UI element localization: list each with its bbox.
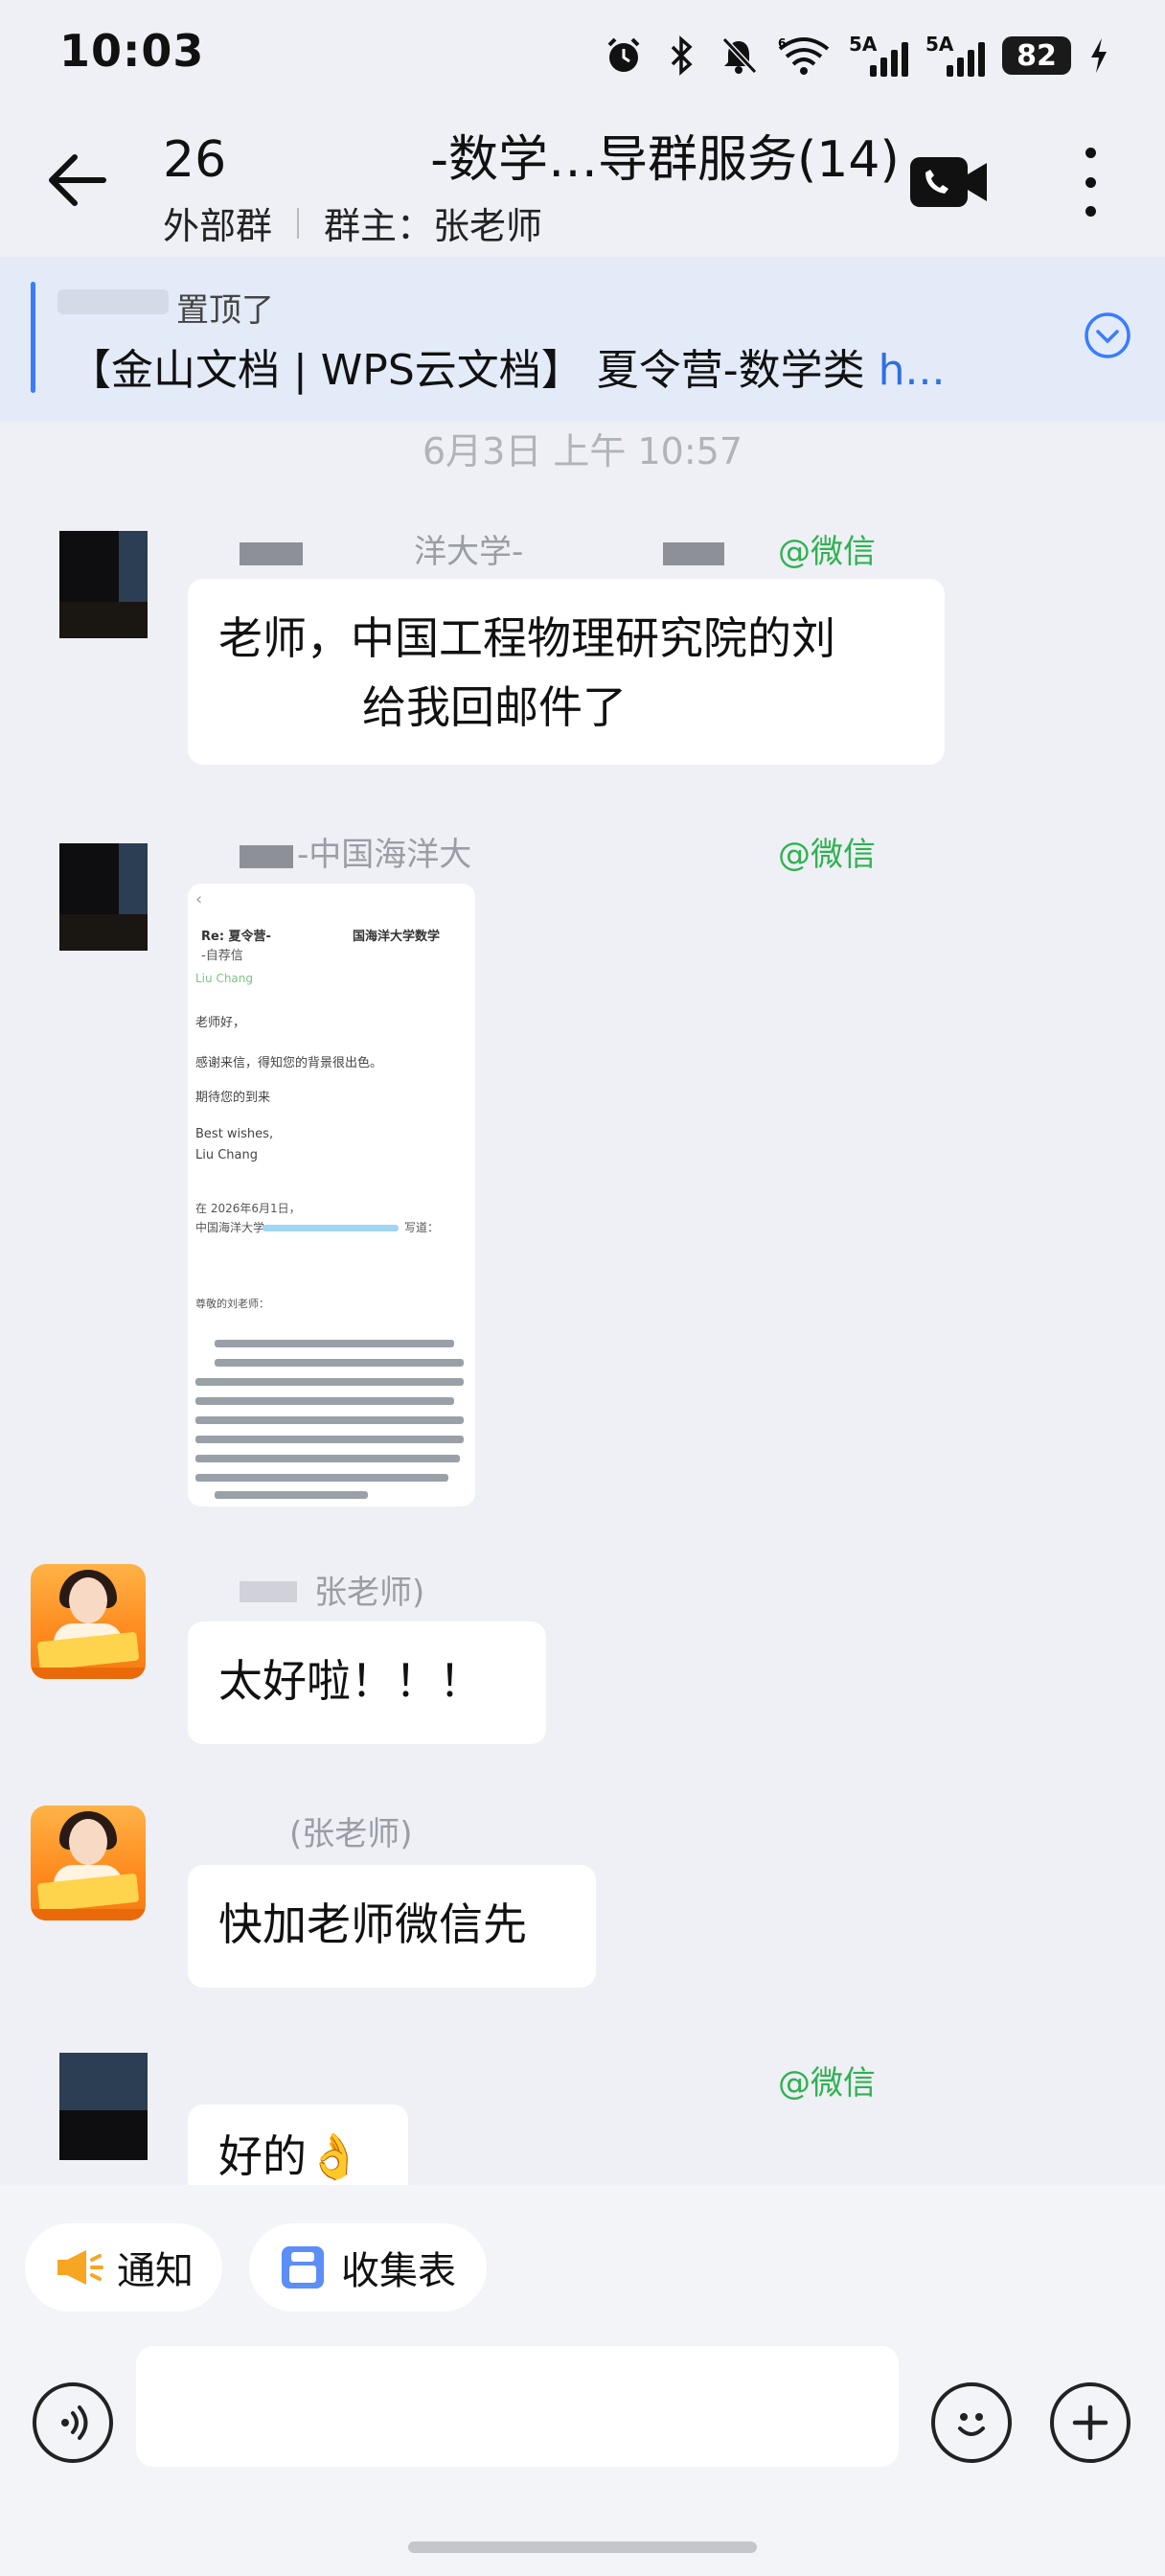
email-sign: Best wishes, (195, 1127, 274, 1141)
redacted-name (57, 289, 169, 314)
wechat-tag: @微信 (778, 533, 876, 571)
plus-icon (1072, 2404, 1108, 2441)
sender-name: -中国海洋大 (297, 836, 472, 874)
group-owner: 群主：张老师 (324, 205, 543, 247)
message-bubble[interactable]: 老师，中国工程物理研究院的刘 给我回邮件了 (188, 579, 945, 765)
email-subject: -自荐信 (201, 949, 243, 963)
avatar[interactable] (59, 2053, 148, 2160)
megaphone-icon (57, 2250, 103, 2285)
chat-header: 26 -数学…导群服务(14) 外部群 群主：张老师 (0, 113, 1165, 257)
voice-icon (61, 2405, 88, 2440)
message-text: 给我回邮件了 (362, 681, 627, 733)
svg-text:6: 6 (778, 36, 786, 50)
chat-title-area[interactable]: 26 -数学…导群服务(14) 外部群 群主：张老师 (163, 119, 900, 249)
collect-form-button[interactable]: 收集表 (249, 2223, 487, 2312)
notify-button[interactable]: 通知 (25, 2223, 222, 2312)
bluetooth-icon (661, 35, 701, 76)
email-body: 感谢来信，得知您的背景很出色。 (195, 1056, 383, 1070)
video-call-icon (910, 157, 987, 207)
group-title: 26 -数学…导群服务(14) (163, 119, 900, 191)
back-arrow-icon (49, 154, 106, 206)
email-quote-org: 中国海洋大学 (195, 1221, 265, 1234)
email-greeting: 老师好， (195, 1016, 246, 1030)
email-quote-head: 在 2026年6月1日， (195, 1202, 301, 1215)
avatar[interactable] (59, 531, 148, 638)
message-text: 老师，中国工程物理研究院的刘 (218, 612, 835, 664)
status-bar: 10:03 6 5A 5A 82 (0, 0, 1165, 113)
charging-icon (1088, 35, 1109, 76)
sender-name: 张老师) (314, 1574, 425, 1612)
group-title-suffix: -数学…导群服务(14) (430, 131, 900, 189)
redacted-name (240, 1581, 297, 1602)
message-bubble[interactable]: 快加老师微信先 (188, 1865, 596, 1988)
message-input[interactable] (136, 2346, 899, 2467)
mute-icon (719, 35, 759, 76)
chevron-left-icon: ‹ (195, 889, 203, 909)
email-quote-greeting: 尊敬的刘老师： (195, 1298, 269, 1310)
wechat-tag: @微信 (778, 836, 876, 874)
alarm-icon (604, 35, 644, 76)
email-quote-tail: 写道： (404, 1221, 440, 1234)
redacted-name (240, 542, 303, 565)
avatar[interactable] (31, 1564, 146, 1679)
message-bubble[interactable]: 好的👌 (188, 2104, 408, 2185)
ok-hand-emoji: 👌 (307, 2130, 362, 2182)
wifi-6-icon: 6 (776, 35, 832, 76)
status-time: 10:03 (59, 25, 205, 77)
email-subject: 国海洋大学数学 (353, 930, 441, 944)
pinned-message-banner[interactable]: 置顶了 【金山文档 | WPS云文档】 夏令营-数学类 h... (0, 257, 1165, 422)
redacted-name (240, 845, 293, 868)
quick-toolbar: 通知 收集表 (0, 2185, 1165, 2338)
message-input-bar (0, 2338, 1165, 2576)
wechat-tag: @微信 (778, 2064, 876, 2103)
divider (297, 207, 300, 239)
notify-label: 通知 (117, 2249, 194, 2293)
message-text: 快加老师微信先 (218, 1898, 527, 1950)
chevron-down-circle-icon[interactable] (1083, 310, 1132, 364)
email-from: Liu Chang (195, 972, 253, 985)
form-label: 收集表 (341, 2249, 456, 2293)
message-text: 好的 (218, 2130, 307, 2182)
plus-button[interactable] (1050, 2382, 1131, 2463)
emoji-button[interactable] (931, 2382, 1012, 2463)
avatar[interactable] (31, 1806, 146, 1920)
battery-icon: 82 (1002, 36, 1071, 75)
pinned-indicator (31, 282, 35, 393)
home-indicator[interactable] (408, 2542, 757, 2553)
signal-icon: 5A (925, 33, 985, 77)
message-timestamp: 6月3日 上午 10:57 (422, 430, 743, 472)
clipboard-icon (282, 2246, 324, 2288)
redacted-name (663, 542, 724, 565)
group-type: 外部群 (163, 205, 273, 247)
voice-button[interactable] (33, 2382, 113, 2463)
pinned-text: 【金山文档 | WPS云文档】 夏令营-数学类 (69, 346, 879, 395)
email-sign: Liu Chang (195, 1148, 258, 1162)
status-icons: 6 5A 5A 82 (604, 29, 1109, 82)
group-title-prefix: 26 (163, 131, 227, 189)
sender-name: (张老师) (289, 1815, 413, 1853)
email-screenshot-attachment[interactable]: ‹ Re: 夏令营- 国海洋大学数学 -自荐信 Liu Chang 老师好， 感… (188, 884, 475, 1506)
video-call-button[interactable] (908, 151, 989, 213)
avatar[interactable] (59, 843, 148, 951)
pinned-content: 【金山文档 | WPS云文档】 夏令营-数学类 h... (69, 335, 945, 397)
message-bubble[interactable]: 太好啦！！！ (188, 1622, 546, 1744)
message-text: 太好啦！！！ (218, 1655, 483, 1707)
more-vertical-icon[interactable] (1063, 142, 1117, 222)
emoji-icon (958, 2413, 985, 2436)
email-regards: 期待您的到来 (195, 1091, 271, 1105)
pinned-link[interactable]: h... (879, 346, 946, 395)
back-button[interactable] (38, 142, 115, 218)
sender-name: 洋大学- (414, 533, 524, 571)
pinned-label: 置顶了 (176, 291, 274, 330)
signal-icon: 5A (849, 33, 908, 77)
email-subject: Re: 夏令营- (201, 930, 271, 944)
